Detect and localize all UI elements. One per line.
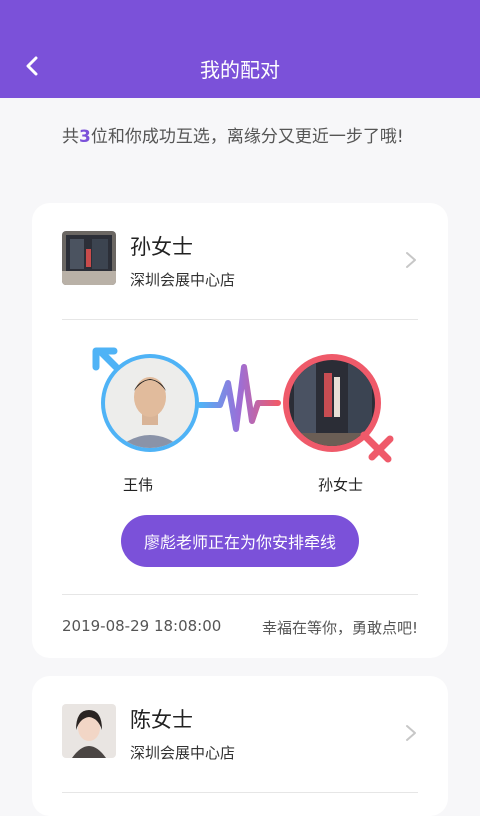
match-card-header[interactable]: 陈女士 深圳会展中心店	[62, 704, 418, 762]
match-name: 孙女士	[130, 235, 193, 259]
summary-suffix: 位和你成功互选，离缘分又更近一步了哦!	[90, 127, 404, 147]
chevron-right-icon	[406, 252, 416, 268]
page-title: 我的配对	[200, 58, 280, 82]
divider	[62, 594, 418, 595]
match-summary: 共3位和你成功互选，离缘分又更近一步了哦!	[62, 125, 422, 149]
heartbeat-line	[197, 364, 281, 432]
female-name: 孙女士	[318, 476, 364, 494]
avatar	[62, 231, 116, 285]
store-name: 深圳会展中心店	[130, 271, 236, 289]
summary-prefix: 共	[62, 127, 79, 147]
match-date: 2019-08-29 18:08:00	[62, 617, 222, 635]
app-header: 我的配对	[0, 0, 480, 98]
divider	[62, 792, 418, 793]
match-card: 陈女士 深圳会展中心店	[32, 676, 448, 816]
female-symbol-icon	[360, 431, 394, 463]
divider	[62, 319, 418, 320]
match-illustration	[32, 333, 448, 473]
store-name: 深圳会展中心店	[130, 744, 236, 762]
matchmaker-button[interactable]: 廖彪老师正在为你安排牵线	[121, 515, 359, 567]
chevron-right-icon	[406, 725, 416, 741]
avatar	[62, 704, 116, 758]
match-card-header[interactable]: 孙女士 深圳会展中心店	[62, 231, 418, 289]
match-name: 陈女士	[130, 708, 193, 732]
male-symbol-icon	[92, 347, 120, 371]
slogan-text: 幸福在等你，勇敢点吧!	[261, 619, 418, 637]
male-name: 王伟	[123, 476, 154, 494]
match-count: 3	[79, 127, 91, 147]
match-card: 孙女士 深圳会展中心店 王伟 孙女士 廖彪老师正在为你安排牵线 2019-08-…	[32, 203, 448, 658]
